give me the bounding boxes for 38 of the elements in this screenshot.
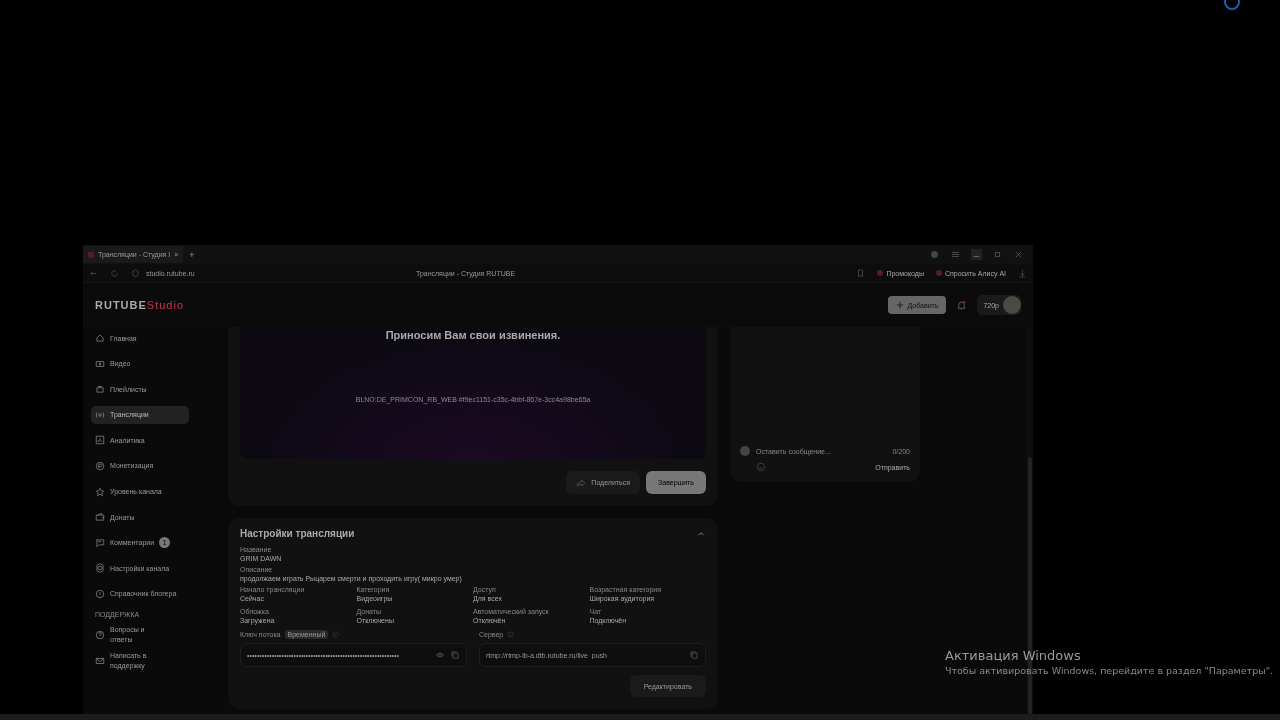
menu-icon[interactable] xyxy=(950,249,961,260)
share-icon xyxy=(576,477,587,488)
gear-icon xyxy=(95,563,105,574)
comment-icon xyxy=(95,537,105,548)
activation-text: Чтобы активировать Windows, перейдите в раздел "Параметры". xyxy=(945,665,1274,676)
chart-icon xyxy=(95,435,105,446)
plus-icon xyxy=(896,301,905,309)
help-icon xyxy=(95,629,105,640)
reload-icon[interactable] xyxy=(109,267,120,279)
shield-icon xyxy=(130,267,141,279)
star-icon xyxy=(95,486,105,497)
playlist-icon xyxy=(95,384,105,395)
wallet-icon xyxy=(95,512,105,523)
close-icon[interactable] xyxy=(1013,249,1024,260)
new-tab-button[interactable]: + xyxy=(189,249,195,260)
eye-icon[interactable] xyxy=(435,650,445,660)
avatar xyxy=(1003,296,1021,314)
bell-icon[interactable] xyxy=(956,299,968,311)
activation-title: Активация Windows xyxy=(945,648,1082,663)
home-icon xyxy=(95,333,105,343)
broadcast-icon xyxy=(95,409,105,420)
section-title: Настройки трансляции xyxy=(240,528,355,539)
info-icon xyxy=(95,588,105,599)
minimize-icon[interactable] xyxy=(971,249,982,260)
copy-icon[interactable] xyxy=(450,650,460,660)
video-icon xyxy=(95,358,105,369)
info-icon[interactable] xyxy=(507,630,515,638)
info-icon[interactable] xyxy=(332,630,340,638)
copy-icon[interactable] xyxy=(689,650,699,660)
logo[interactable]: RUTUBEStudio xyxy=(95,299,185,311)
mail-icon xyxy=(95,655,105,666)
error-message: Приносим Вам свои извинения. xyxy=(385,329,561,341)
download-icon[interactable] xyxy=(1017,267,1028,279)
avatar xyxy=(740,446,750,456)
coin-icon xyxy=(95,460,105,471)
smiley-icon[interactable] xyxy=(756,462,766,472)
restore-icon[interactable] xyxy=(992,249,1003,260)
favicon-icon xyxy=(88,251,94,258)
